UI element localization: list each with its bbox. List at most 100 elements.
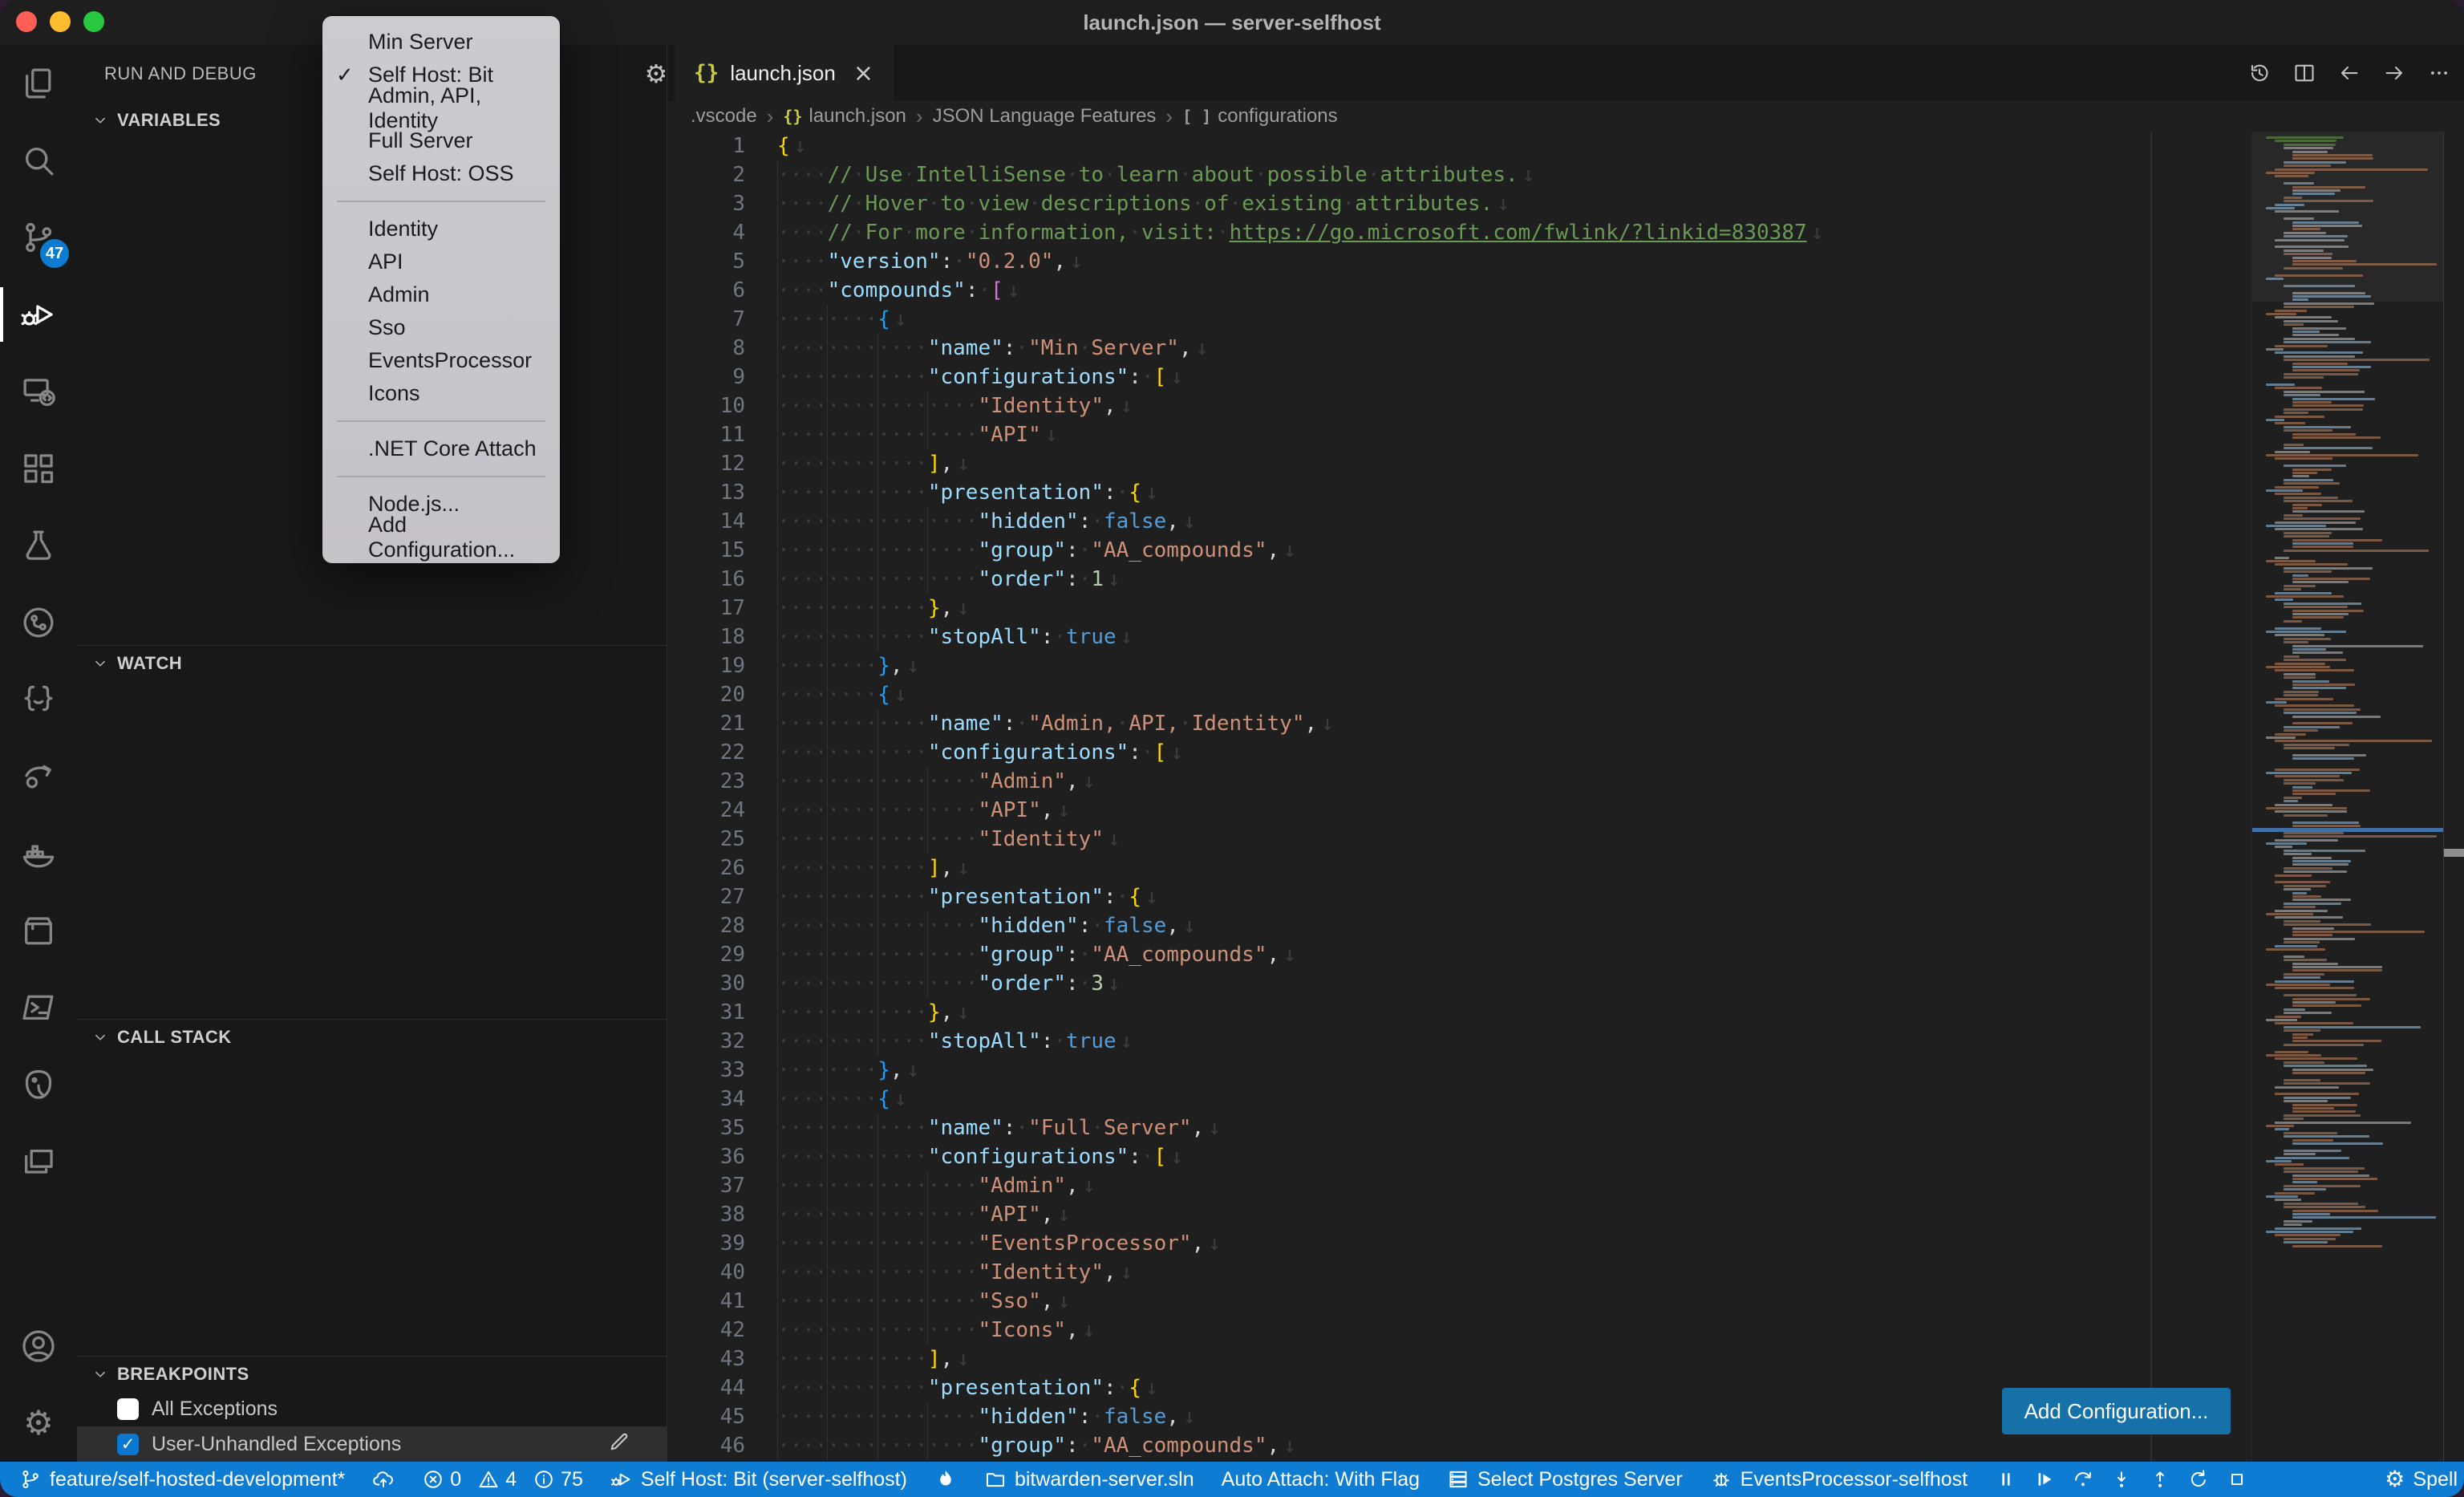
code-line[interactable]: 29················"group":·"AA_compounds… bbox=[668, 940, 2464, 969]
editor-action-more[interactable] bbox=[2426, 59, 2453, 87]
menu-item-full-server[interactable]: Full Server bbox=[322, 124, 560, 157]
minimap[interactable] bbox=[2251, 132, 2443, 1462]
activity-item-account[interactable] bbox=[0, 1308, 77, 1385]
editor-action-split[interactable] bbox=[2291, 59, 2318, 87]
code-line[interactable]: 7········{↓ bbox=[668, 305, 2464, 334]
activity-item-json-extension[interactable] bbox=[0, 661, 77, 738]
code-line[interactable]: 1{↓ bbox=[668, 132, 2464, 160]
breakpoint-row[interactable]: ✓User-Unhandled Exceptions bbox=[77, 1426, 667, 1462]
menu-item-admin-api-identity[interactable]: Admin, API, Identity bbox=[322, 91, 560, 124]
code-line[interactable]: 27············"presentation":·{↓ bbox=[668, 882, 2464, 911]
section-header[interactable]: BREAKPOINTS bbox=[77, 1356, 667, 1391]
code-line[interactable]: 38················"API",↓ bbox=[668, 1200, 2464, 1229]
activity-item-extensions[interactable] bbox=[0, 430, 77, 507]
breadcrumb-item[interactable]: [ ]configurations bbox=[1182, 105, 1338, 128]
code-line[interactable]: 22············"configurations":·[↓ bbox=[668, 738, 2464, 767]
code-line[interactable]: 39················"EventsProcessor",↓ bbox=[668, 1229, 2464, 1258]
status-restart[interactable] bbox=[2187, 1468, 2210, 1491]
code-line[interactable]: 25················"Identity"↓ bbox=[668, 825, 2464, 854]
status-solution[interactable]: bitwarden-server.sln bbox=[984, 1468, 1194, 1491]
activity-item-dev-container[interactable] bbox=[0, 892, 77, 969]
status-publish-changes[interactable] bbox=[372, 1468, 395, 1491]
activity-item-run-debug[interactable] bbox=[0, 276, 77, 353]
code-line[interactable]: 26············],↓ bbox=[668, 854, 2464, 882]
code-line[interactable]: 3····//·Hover·to·view·descriptions·of·ex… bbox=[668, 189, 2464, 218]
status-step-into[interactable] bbox=[2110, 1468, 2133, 1491]
code-line[interactable]: 28················"hidden":·false,↓ bbox=[668, 911, 2464, 940]
menu-item-add-configuration-[interactable]: Add Configuration... bbox=[322, 521, 560, 554]
edit-condition-icon[interactable] bbox=[607, 1430, 631, 1459]
menu-item-eventsprocessor[interactable]: EventsProcessor bbox=[322, 344, 560, 377]
code-line[interactable]: 19········},↓ bbox=[668, 651, 2464, 680]
menu-item-icons[interactable]: Icons bbox=[322, 377, 560, 410]
menu-item--net-core-attach[interactable]: .NET Core Attach bbox=[322, 432, 560, 465]
code-line[interactable]: 9············"configurations":·[↓ bbox=[668, 363, 2464, 391]
code-line[interactable]: 23················"Admin",↓ bbox=[668, 767, 2464, 796]
status-stop[interactable] bbox=[2226, 1468, 2248, 1491]
menu-item-self-host-oss[interactable]: Self Host: OSS bbox=[322, 157, 560, 190]
code-line[interactable]: 40················"Identity",↓ bbox=[668, 1258, 2464, 1287]
code-line[interactable]: 34········{↓ bbox=[668, 1085, 2464, 1114]
breadcrumb-item[interactable]: JSON Language Features bbox=[933, 105, 1157, 128]
status-errors[interactable]: 0 bbox=[422, 1468, 461, 1491]
code-line[interactable]: 12············],↓ bbox=[668, 449, 2464, 478]
close-tab-icon[interactable]: × bbox=[853, 59, 873, 87]
breadcrumb-item[interactable]: .vscode bbox=[691, 105, 757, 128]
breakpoint-checkbox[interactable]: ✓ bbox=[117, 1434, 139, 1455]
activity-item-remote-explorer[interactable] bbox=[0, 353, 77, 430]
status-infos[interactable]: 75 bbox=[533, 1468, 583, 1491]
code-line[interactable]: 24················"API",↓ bbox=[668, 796, 2464, 825]
code-line[interactable]: 14················"hidden":·false,↓ bbox=[668, 507, 2464, 536]
status-step-over[interactable] bbox=[2072, 1468, 2094, 1491]
status-flame[interactable] bbox=[934, 1468, 957, 1491]
status-step-out[interactable] bbox=[2149, 1468, 2171, 1491]
activity-item-docker[interactable] bbox=[0, 815, 77, 892]
menu-item-api[interactable]: API bbox=[322, 245, 560, 278]
status-spell-checker[interactable]: ⚙Spell bbox=[2385, 1468, 2458, 1491]
menu-item-min-server[interactable]: Min Server bbox=[322, 26, 560, 59]
code-line[interactable]: 20········{↓ bbox=[668, 680, 2464, 709]
code-line[interactable]: 4····//·For·more·information,·visit:·htt… bbox=[668, 218, 2464, 247]
section-header[interactable]: CALL STACK bbox=[77, 1019, 667, 1054]
code-line[interactable]: 5····"version":·"0.2.0",↓ bbox=[668, 247, 2464, 276]
code-line[interactable]: 11················"API"↓ bbox=[668, 420, 2464, 449]
code-line[interactable]: 32············"stopAll":·true↓ bbox=[668, 1027, 2464, 1056]
code-line[interactable]: 15················"group":·"AA_compounds… bbox=[668, 536, 2464, 565]
code-line[interactable]: 36············"configurations":·[↓ bbox=[668, 1142, 2464, 1171]
code-line[interactable]: 33········},↓ bbox=[668, 1056, 2464, 1085]
activity-item-postgresql[interactable] bbox=[0, 1046, 77, 1123]
code-line[interactable]: 16················"order":·1↓ bbox=[668, 565, 2464, 594]
scrollbar-track[interactable] bbox=[2443, 132, 2464, 1462]
code-line[interactable]: 31············},↓ bbox=[668, 998, 2464, 1027]
code-editor[interactable]: 1{↓2····//·Use·IntelliSense·to·learn·abo… bbox=[668, 132, 2464, 1462]
code-line[interactable]: 43············],↓ bbox=[668, 1345, 2464, 1373]
activity-item-windows-layers[interactable] bbox=[0, 1123, 77, 1200]
code-line[interactable]: 17············},↓ bbox=[668, 594, 2464, 623]
editor-action-arrow-left[interactable] bbox=[2336, 59, 2363, 87]
editor-action-arrow-right[interactable] bbox=[2381, 59, 2408, 87]
editor-action-history[interactable] bbox=[2246, 59, 2273, 87]
activity-item-settings[interactable]: ⚙ bbox=[0, 1385, 77, 1462]
status-debug-session[interactable]: EventsProcessor-selfhost bbox=[1710, 1468, 1968, 1491]
breakpoint-row[interactable]: All Exceptions bbox=[77, 1391, 667, 1426]
scrollbar-marker[interactable] bbox=[2444, 849, 2464, 857]
activity-item-explorer[interactable] bbox=[0, 45, 77, 122]
code-line[interactable]: 2····//·Use·IntelliSense·to·learn·about·… bbox=[668, 160, 2464, 189]
code-line[interactable]: 46················"group":·"AA_compounds… bbox=[668, 1431, 2464, 1460]
status-auto-attach[interactable]: Auto Attach: With Flag bbox=[1222, 1468, 1420, 1491]
code-line[interactable]: 42················"Icons",↓ bbox=[668, 1316, 2464, 1345]
code-line[interactable]: 21············"name":·"Admin,·API,·Ident… bbox=[668, 709, 2464, 738]
activity-item-source-control[interactable]: 47 bbox=[0, 199, 77, 276]
breakpoint-checkbox[interactable] bbox=[117, 1398, 139, 1420]
code-line[interactable]: 18············"stopAll":·true↓ bbox=[668, 623, 2464, 651]
activity-item-powershell[interactable] bbox=[0, 969, 77, 1046]
tab-launch-json[interactable]: {}launch.json× bbox=[675, 45, 894, 101]
section-header[interactable]: WATCH bbox=[77, 645, 667, 680]
activity-item-testing[interactable] bbox=[0, 507, 77, 584]
code-line[interactable]: 37················"Admin",↓ bbox=[668, 1171, 2464, 1200]
add-configuration-button[interactable]: Add Configuration... bbox=[2002, 1388, 2231, 1434]
code-line[interactable]: 30················"order":·3↓ bbox=[668, 969, 2464, 998]
code-line[interactable]: 6····"compounds":·[↓ bbox=[668, 276, 2464, 305]
breadcrumb-item[interactable]: {}launch.json bbox=[783, 105, 906, 128]
code-line[interactable]: 35············"name":·"Full·Server",↓ bbox=[668, 1114, 2464, 1142]
